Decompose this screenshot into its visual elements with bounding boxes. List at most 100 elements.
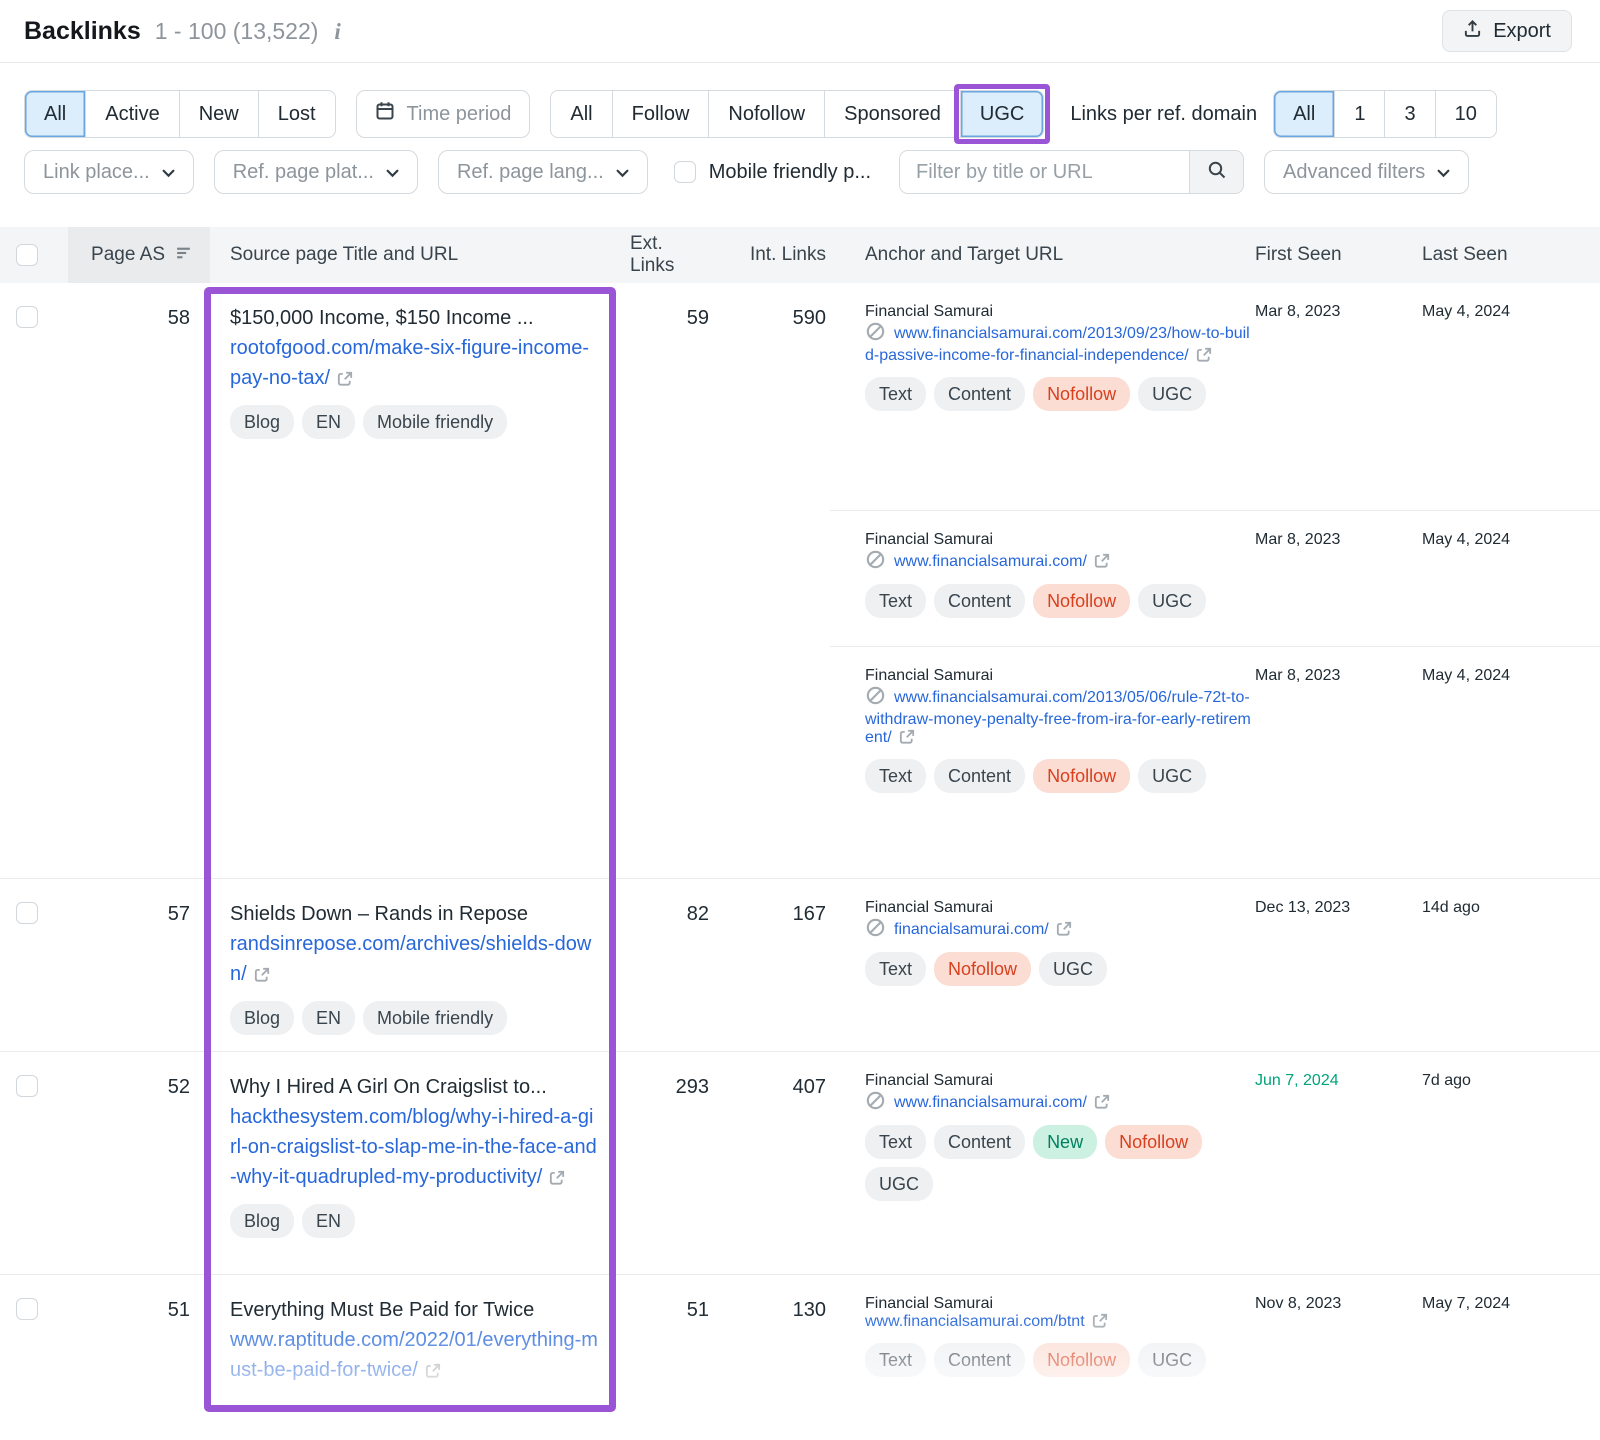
link-attribute-tag: New <box>1033 1125 1097 1159</box>
source-page-title: $150,000 Income, $150 Income ... <box>230 303 598 333</box>
status-tab-new[interactable]: New <box>179 91 258 137</box>
first-seen-date: Nov 8, 2023 <box>1255 1295 1422 1426</box>
filter-bar-primary: All Active New Lost Time period All Foll… <box>24 90 1576 138</box>
last-seen-date: 7d ago <box>1422 1072 1568 1260</box>
links-count-tab-3[interactable]: 3 <box>1384 91 1434 137</box>
external-link-icon[interactable] <box>1094 556 1110 573</box>
column-header-page-as[interactable]: Page AS <box>68 227 210 283</box>
backlink-entry: Financial Samurai www.financialsamurai.c… <box>830 283 1600 510</box>
link-attribute-tag: Content <box>934 1343 1025 1377</box>
search-input[interactable] <box>900 151 1189 193</box>
follow-tab-nofollow[interactable]: Nofollow <box>708 91 824 137</box>
status-filter-group: All Active New Lost <box>24 90 336 138</box>
links-count-tab-1[interactable]: 1 <box>1334 91 1384 137</box>
external-link-icon[interactable] <box>1056 924 1072 941</box>
row-checkbox[interactable] <box>16 306 38 328</box>
int-links-value: 407 <box>715 1052 830 1274</box>
link-attribute-tag: UGC <box>1138 1343 1206 1377</box>
no-anchor-slash-icon <box>865 925 886 942</box>
source-url-link[interactable]: hackthesystem.com/blog/why-i-hired-a-gir… <box>230 1106 597 1188</box>
backlink-entry: Financial Samurai www.financialsamurai.c… <box>830 1052 1600 1274</box>
ref-page-platform-dropdown[interactable]: Ref. page plat... <box>214 150 418 194</box>
int-links-value: 590 <box>715 283 830 878</box>
target-url-link[interactable]: www.financialsamurai.com/btnt <box>865 1313 1085 1330</box>
row-checkbox[interactable] <box>16 902 38 924</box>
link-attribute-tag: Text <box>865 952 926 986</box>
external-link-icon[interactable] <box>899 732 915 749</box>
external-link-icon[interactable] <box>1092 1316 1108 1333</box>
source-url-link[interactable]: www.raptitude.com/2022/01/everything-mus… <box>230 1329 598 1381</box>
external-link-icon[interactable] <box>1094 1097 1110 1114</box>
time-period-label: Time period <box>407 103 512 126</box>
status-tab-active[interactable]: Active <box>85 91 178 137</box>
table-row: 51 Everything Must Be Paid for Twice www… <box>0 1274 1600 1440</box>
source-url-link[interactable]: rootofgood.com/make-six-figure-income-pa… <box>230 337 589 389</box>
title-bar: Backlinks 1 - 100 (13,522) i Export <box>0 0 1600 62</box>
column-header-anchor[interactable]: Anchor and Target URL <box>865 244 1255 266</box>
external-link-icon[interactable] <box>549 1169 565 1191</box>
external-link-icon[interactable] <box>254 966 270 988</box>
chevron-down-icon <box>1437 161 1450 184</box>
page-as-value: 51 <box>68 1275 210 1440</box>
last-seen-date: May 4, 2024 <box>1422 531 1568 632</box>
ref-page-language-label: Ref. page lang... <box>457 161 604 184</box>
ext-links-value: 293 <box>630 1052 715 1274</box>
follow-tab-follow[interactable]: Follow <box>612 91 709 137</box>
time-period-button[interactable]: Time period <box>356 90 531 138</box>
links-count-tab-10[interactable]: 10 <box>1435 91 1496 137</box>
link-attribute-tag: Text <box>865 377 926 411</box>
ref-page-language-dropdown[interactable]: Ref. page lang... <box>438 150 648 194</box>
page-as-value: 58 <box>68 283 210 878</box>
source-page-title: Everything Must Be Paid for Twice <box>230 1295 598 1325</box>
target-url-link[interactable]: www.financialsamurai.com/ <box>894 1094 1087 1111</box>
follow-tab-ugc[interactable]: UGC <box>960 91 1043 137</box>
follow-tab-sponsored[interactable]: Sponsored <box>824 91 960 137</box>
first-seen-date: Mar 8, 2023 <box>1255 303 1422 496</box>
page-as-header-label: Page AS <box>91 244 165 266</box>
link-placement-dropdown[interactable]: Link place... <box>24 150 194 194</box>
external-link-icon[interactable] <box>337 370 353 392</box>
row-checkbox[interactable] <box>16 1075 38 1097</box>
export-button[interactable]: Export <box>1442 10 1572 52</box>
external-link-icon[interactable] <box>425 1362 441 1384</box>
links-count-tab-all[interactable]: All <box>1274 91 1334 137</box>
status-tab-lost[interactable]: Lost <box>258 91 335 137</box>
follow-tab-all[interactable]: All <box>551 91 611 137</box>
advanced-filters-dropdown[interactable]: Advanced filters <box>1264 150 1469 194</box>
source-tag: Mobile friendly <box>363 1001 507 1035</box>
link-attribute-tag: Text <box>865 1343 926 1377</box>
link-attribute-tag: Nofollow <box>1033 584 1130 618</box>
follow-filter-group: All Follow Nofollow Sponsored UGC <box>550 90 1044 138</box>
target-url-link[interactable]: www.financialsamurai.com/2013/05/06/rule… <box>865 689 1251 746</box>
info-icon[interactable]: i <box>332 19 340 45</box>
link-attribute-tag: Nofollow <box>934 952 1031 986</box>
advanced-filters-label: Advanced filters <box>1283 161 1425 184</box>
search-button[interactable] <box>1189 151 1243 193</box>
column-header-first-seen[interactable]: First Seen <box>1255 244 1422 266</box>
link-attribute-tag: UGC <box>1039 952 1107 986</box>
link-attribute-tag: Text <box>865 584 926 618</box>
column-header-int-links[interactable]: Int. Links <box>715 227 830 283</box>
source-tag: Mobile friendly <box>363 405 507 439</box>
row-checkbox[interactable] <box>16 1298 38 1320</box>
mobile-friendly-filter[interactable]: Mobile friendly p... <box>674 161 871 184</box>
page-title: Backlinks <box>24 17 141 46</box>
external-link-icon[interactable] <box>1196 350 1212 367</box>
target-url-link[interactable]: www.financialsamurai.com/2013/09/23/how-… <box>865 325 1250 364</box>
table-header-row: Page AS Source page Title and URL Ext. L… <box>0 227 1600 283</box>
source-url-link[interactable]: randsinrepose.com/archives/shields-down/ <box>230 933 591 985</box>
column-header-source[interactable]: Source page Title and URL <box>210 227 630 283</box>
backlink-entry: Financial Samurai financialsamurai.com/ … <box>830 879 1600 1039</box>
status-tab-all[interactable]: All <box>25 91 85 137</box>
int-links-value: 167 <box>715 879 830 1051</box>
ext-links-value: 82 <box>630 879 715 1051</box>
backlink-entry: Financial Samurai www.financialsamurai.c… <box>830 510 1600 646</box>
target-url-link[interactable]: financialsamurai.com/ <box>894 921 1049 938</box>
backlink-entry: Financial Samurai www.financialsamurai.c… <box>830 1275 1600 1440</box>
target-url-link[interactable]: www.financialsamurai.com/ <box>894 553 1087 570</box>
column-header-last-seen[interactable]: Last Seen <box>1422 244 1600 266</box>
mobile-friendly-checkbox[interactable] <box>674 161 696 183</box>
column-header-ext-links[interactable]: Ext. Links <box>630 227 715 283</box>
no-anchor-slash-icon <box>865 693 886 710</box>
select-all-checkbox[interactable] <box>16 244 38 266</box>
